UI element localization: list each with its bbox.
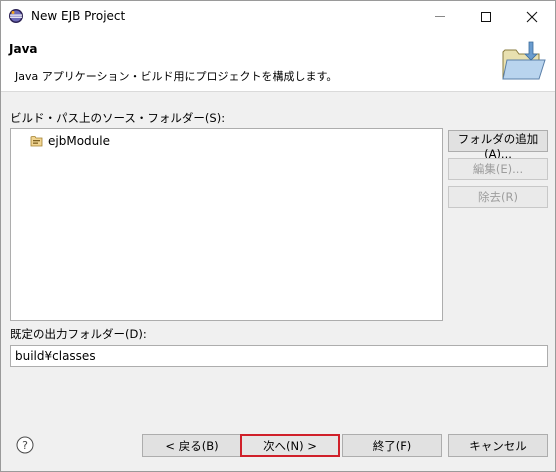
window-title: New EJB Project (31, 9, 126, 23)
close-icon (526, 11, 538, 22)
new-ejb-project-dialog: New EJB Project Java Java アプリケーション・ビルド用に… (0, 0, 556, 472)
close-button[interactable] (509, 1, 555, 32)
source-folders-label: ビルド・パス上のソース・フォルダー(S): (10, 111, 226, 125)
maximize-icon (481, 11, 491, 22)
eclipse-app-icon (9, 9, 23, 23)
edit-button[interactable]: 編集(E)... (448, 158, 548, 180)
tree-item-ejbmodule[interactable]: ejbModule (30, 133, 110, 149)
add-folder-button[interactable]: フォルダの追加(A)... (448, 130, 548, 161)
help-icon[interactable]: ? (16, 436, 34, 454)
next-button[interactable]: 次へ(N) > (240, 434, 340, 457)
output-folder-label: 既定の出力フォルダー(D): (10, 327, 147, 341)
svg-text:?: ? (22, 439, 28, 452)
finish-button[interactable]: 終了(F) (342, 434, 442, 457)
minimize-button[interactable] (417, 1, 463, 32)
cancel-button[interactable]: キャンセル (448, 434, 548, 457)
page-description: Java アプリケーション・ビルド用にプロジェクトを構成します。 (15, 70, 338, 83)
back-button[interactable]: < 戻る(B) (142, 434, 242, 457)
maximize-button[interactable] (463, 1, 509, 32)
minimize-icon (435, 16, 445, 17)
folder-wizard-icon (502, 41, 546, 80)
remove-button[interactable]: 除去(R) (448, 186, 548, 208)
title-bar: New EJB Project (1, 1, 555, 32)
page-title: Java (9, 42, 38, 56)
source-folder-icon (30, 136, 43, 147)
source-folder-tree[interactable]: ejbModule (10, 128, 443, 321)
wizard-banner: Java Java アプリケーション・ビルド用にプロジェクトを構成します。 (1, 32, 555, 92)
output-folder-input[interactable] (10, 345, 548, 367)
tree-item-label: ejbModule (48, 134, 110, 148)
